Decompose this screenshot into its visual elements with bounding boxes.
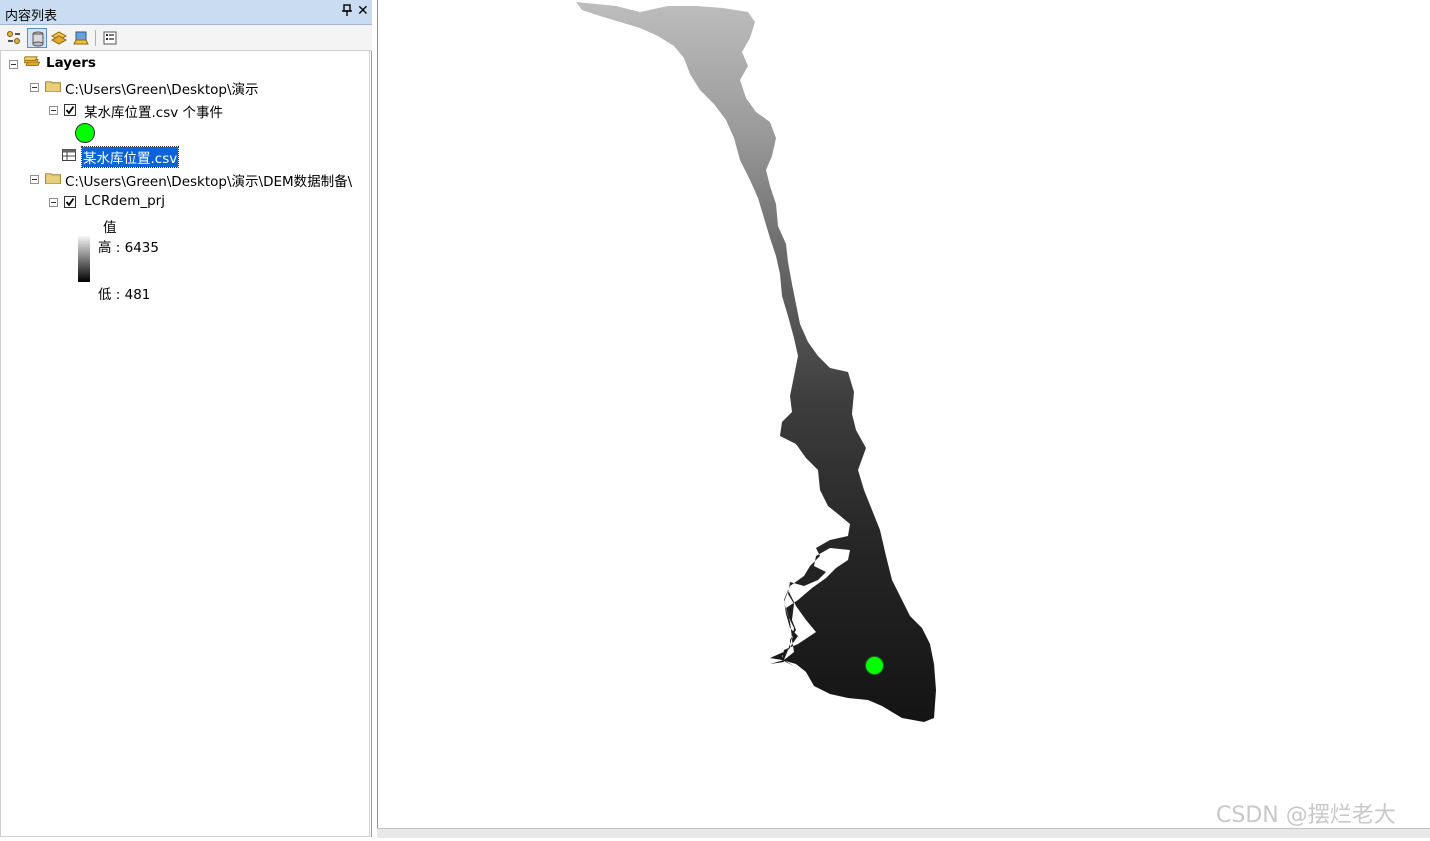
collapse-layers-toggle[interactable] (9, 60, 18, 69)
group2-path[interactable]: C:\Users\Green\Desktop\演示\DEM数据制备\ (65, 170, 352, 190)
dem-watershed-shape (576, 2, 936, 722)
collapse-event-layer-toggle[interactable] (49, 106, 58, 115)
toc-toolbar (0, 25, 372, 51)
toolbar-separator (95, 30, 96, 46)
list-by-selection-button[interactable] (71, 28, 91, 48)
toc-title-bar: 内容列表 ✕ (0, 0, 372, 25)
folder-icon (45, 81, 61, 92)
layers-label[interactable]: Layers (46, 55, 96, 71)
legend-low-label: 低 : 481 (98, 287, 151, 303)
list-by-visibility-button[interactable] (49, 28, 69, 48)
pin-icon[interactable] (342, 4, 352, 19)
collapse-raster-layer-toggle[interactable] (49, 198, 58, 207)
group1-path[interactable]: C:\Users\Green\Desktop\演示 (65, 78, 259, 98)
collapse-group1-toggle[interactable] (30, 83, 39, 92)
watermark: CSDN @摆烂老大 (1216, 803, 1396, 828)
event-layer-visibility-checkbox[interactable] (64, 104, 76, 116)
layers-icon (24, 56, 40, 66)
toc-title: 内容列表 (5, 9, 58, 24)
close-icon[interactable]: ✕ (357, 3, 369, 19)
dem-raster (576, 2, 936, 722)
elevation-color-ramp[interactable] (78, 236, 90, 282)
raster-layer-name[interactable]: LCRdem_prj (84, 193, 165, 209)
legend-title: 值 (103, 220, 117, 236)
collapse-group2-toggle[interactable] (30, 175, 39, 184)
event-point-symbol[interactable] (75, 123, 95, 143)
legend-high-label: 高 : 6435 (98, 240, 159, 256)
options-button[interactable] (100, 28, 120, 48)
table-of-contents-panel: 内容列表 ✕ Layers C:\Users\Green\Desktop\演示 … (0, 0, 372, 837)
map-view[interactable] (377, 0, 1430, 837)
event-layer-name[interactable]: 某水库位置.csv 个事件 (84, 101, 223, 121)
table-icon (62, 149, 76, 161)
toc-tree: Layers C:\Users\Green\Desktop\演示 某水库位置.c… (0, 51, 370, 837)
table-layer-name[interactable]: 某水库位置.csv (80, 146, 180, 168)
folder-icon (45, 173, 61, 184)
list-by-source-button[interactable] (27, 28, 47, 48)
raster-layer-visibility-checkbox[interactable] (64, 196, 76, 208)
list-by-drawing-order-button[interactable] (4, 28, 24, 48)
reservoir-point[interactable] (865, 656, 884, 675)
